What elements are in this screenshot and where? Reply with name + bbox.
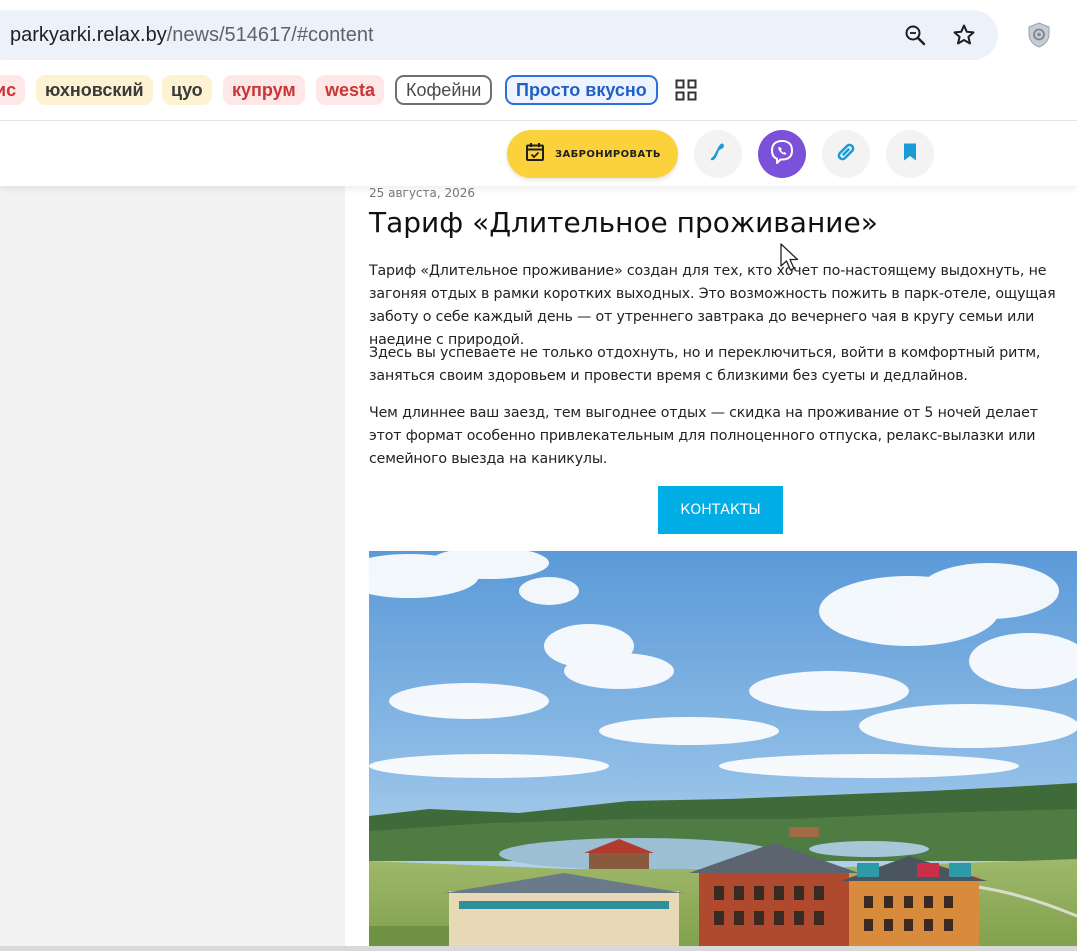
left-sidebar — [0, 186, 345, 951]
link-button[interactable] — [822, 130, 870, 178]
apps-grid-icon[interactable] — [675, 79, 697, 101]
bookmark-kofeyni[interactable]: Кофейни — [395, 75, 493, 105]
article-date: 25 августа, 2026 — [369, 186, 476, 200]
bookmarks-bar: ис юхновский цуо купрум westa Кофейни Пр… — [0, 70, 1077, 121]
site-header: ЗАБРОНИРОВАТЬ — [0, 121, 1077, 186]
article-title: Тариф «Длительное проживание» — [369, 206, 878, 239]
contacts-button[interactable]: КОНТАКТЫ — [658, 486, 783, 534]
url-host: parkyarki.relax.by — [10, 24, 167, 46]
phone-button[interactable] — [694, 130, 742, 178]
url-text[interactable]: parkyarki.relax.by/news/514617/#content — [10, 22, 374, 48]
browser-toolbar: parkyarki.relax.by/news/514617/#content — [0, 0, 1077, 70]
bookmark-is[interactable]: ис — [0, 75, 26, 105]
bookmark-yukhnovsky[interactable]: юхновский — [36, 75, 153, 105]
bookmark-star-icon[interactable] — [949, 20, 979, 50]
viber-button[interactable] — [758, 130, 806, 178]
calendar-icon — [525, 142, 545, 166]
book-button-label: ЗАБРОНИРОВАТЬ — [555, 148, 661, 160]
article-paragraph: Тариф «Длительное проживание» создан для… — [369, 263, 1056, 348]
zoom-icon[interactable] — [900, 20, 930, 50]
phone-icon — [707, 141, 729, 167]
window-bottom-border — [0, 946, 1077, 951]
extension-shield-icon[interactable] — [1024, 20, 1054, 50]
hotel-photo — [369, 551, 1077, 951]
viber-icon — [768, 138, 796, 170]
link-icon — [834, 140, 858, 168]
book-button[interactable]: ЗАБРОНИРОВАТЬ — [507, 130, 678, 178]
bookmark-tsuo[interactable]: цуо — [162, 75, 212, 105]
article-paragraph: Чем длиннее ваш заезд, тем выгоднее отды… — [369, 405, 1038, 467]
bookmark-westa[interactable]: westa — [316, 75, 385, 105]
bookmark-kuprum[interactable]: купрум — [223, 75, 305, 105]
article-paragraph: Здесь вы успеваете не только отдохнуть, … — [369, 345, 1041, 384]
url-path: /news/514617/#content — [166, 24, 374, 46]
mouse-cursor-icon — [780, 243, 802, 273]
bookmark-button[interactable] — [886, 130, 934, 178]
bookmark-prosto-vkusno[interactable]: Просто вкусно — [505, 75, 658, 105]
bookmark-icon — [901, 142, 919, 166]
